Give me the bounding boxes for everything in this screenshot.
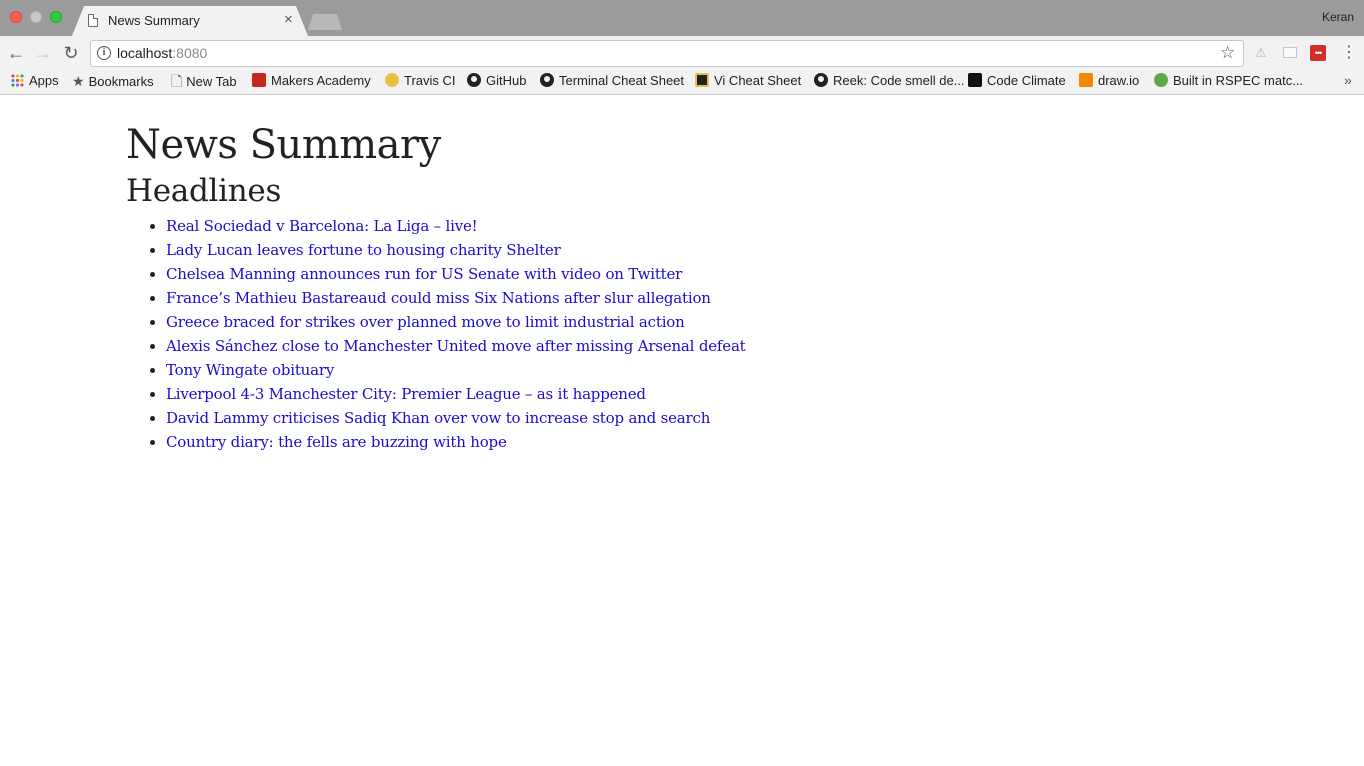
page-icon <box>88 14 98 27</box>
bookmark-label: Bookmarks <box>88 74 154 89</box>
browser-menu-icon[interactable]: ⋮ <box>1341 43 1357 63</box>
bookmark-label: Vi Cheat Sheet <box>714 73 802 88</box>
makers-academy-icon <box>252 73 266 87</box>
window-close-button[interactable] <box>10 11 22 23</box>
headline-link[interactable]: Liverpool 4-3 Manchester City: Premier L… <box>166 385 646 403</box>
bookmark-label: New Tab <box>186 74 237 89</box>
window-minimize-button[interactable] <box>30 11 42 23</box>
bookmark-label: Apps <box>29 73 59 88</box>
page-title: News Summary <box>126 122 441 168</box>
profile-name[interactable]: Keran <box>1322 10 1354 24</box>
vi-icon <box>695 73 709 87</box>
address-bar[interactable] <box>90 40 1244 67</box>
list-item: Chelsea Manning announces run for US Sen… <box>166 262 746 286</box>
headline-link[interactable]: Chelsea Manning announces run for US Sen… <box>166 265 682 283</box>
list-item: Country diary: the fells are buzzing wit… <box>166 430 746 454</box>
reload-icon[interactable]: ↻ <box>61 43 81 63</box>
list-item: Greece braced for strikes over planned m… <box>166 310 746 334</box>
headline-list: Real Sociedad v Barcelona: La Liga – liv… <box>126 214 746 454</box>
bookmark-label: draw.io <box>1098 73 1140 88</box>
bookmark-bookmarks[interactable]: ★ Bookmarks <box>72 73 154 90</box>
bookmark-star-icon[interactable]: ☆ <box>1220 43 1235 63</box>
github-icon <box>814 73 828 87</box>
back-arrow-icon[interactable]: ← <box>6 43 26 63</box>
bookmark-travis-ci[interactable]: Travis CI <box>385 73 456 89</box>
list-item: Liverpool 4-3 Manchester City: Premier L… <box>166 382 746 406</box>
url-text[interactable]: localhost:8080 <box>117 45 207 61</box>
headline-link[interactable]: Real Sociedad v Barcelona: La Liga – liv… <box>166 217 478 235</box>
lastpass-icon[interactable]: ••• <box>1310 45 1326 61</box>
headline-link[interactable]: France’s Mathieu Bastareaud could miss S… <box>166 289 711 307</box>
bookmark-label: GitHub <box>486 73 527 88</box>
list-item: Tony Wingate obituary <box>166 358 746 382</box>
url-port: :8080 <box>172 45 208 61</box>
github-icon <box>540 73 554 87</box>
star-icon: ★ <box>72 73 85 89</box>
bookmark-makers-academy[interactable]: Makers Academy <box>252 73 371 89</box>
list-item: Real Sociedad v Barcelona: La Liga – liv… <box>166 214 746 238</box>
bookmark-label: Terminal Cheat Sheet <box>559 73 685 88</box>
bookmark-reek[interactable]: Reek: Code smell de... <box>814 73 965 89</box>
list-item: France’s Mathieu Bastareaud could miss S… <box>166 286 746 310</box>
travis-ci-icon <box>385 73 399 87</box>
list-item: David Lammy criticises Sadiq Khan over v… <box>166 406 746 430</box>
extension-icon[interactable]: ⚠ <box>1255 45 1267 61</box>
tab-close-icon[interactable]: × <box>284 11 293 29</box>
bookmark-vi-cheat-sheet[interactable]: Vi Cheat Sheet <box>695 73 801 89</box>
bookmark-github[interactable]: GitHub <box>467 73 526 89</box>
headline-link[interactable]: Tony Wingate obituary <box>166 361 334 379</box>
tab-title: News Summary <box>108 13 200 28</box>
bookmark-built-in-rspec[interactable]: Built in RSPEC matc... <box>1154 73 1303 89</box>
bookmark-label: Travis CI <box>404 73 456 88</box>
new-tab-button[interactable] <box>308 14 342 30</box>
list-item: Alexis Sánchez close to Manchester Unite… <box>166 334 746 358</box>
url-host: localhost <box>117 45 173 61</box>
extension-window-icon[interactable] <box>1283 47 1297 58</box>
bookmark-terminal-cheat-sheet[interactable]: Terminal Cheat Sheet <box>540 73 684 89</box>
headline-link[interactable]: David Lammy criticises Sadiq Khan over v… <box>166 409 710 427</box>
list-item: Lady Lucan leaves fortune to housing cha… <box>166 238 746 262</box>
page-icon: 🗋 <box>171 73 183 89</box>
bookmark-code-climate[interactable]: Code Climate <box>968 73 1066 89</box>
bookmark-label: Code Climate <box>987 73 1066 88</box>
drawio-icon <box>1079 73 1093 87</box>
headline-link[interactable]: Lady Lucan leaves fortune to housing cha… <box>166 241 561 259</box>
bookmarks-overflow-icon[interactable]: » <box>1344 72 1352 88</box>
code-climate-icon <box>968 73 982 87</box>
forward-arrow-icon[interactable]: → <box>33 43 53 63</box>
headline-link[interactable]: Country diary: the fells are buzzing wit… <box>166 433 507 451</box>
bookmark-drawio[interactable]: draw.io <box>1079 73 1139 89</box>
rspec-icon <box>1154 73 1168 87</box>
page-content: News Summary Headlines Real Sociedad v B… <box>126 118 746 454</box>
site-info-icon[interactable]: i <box>97 46 111 60</box>
bookmark-label: Reek: Code smell de... <box>833 73 965 88</box>
bookmark-apps[interactable]: Apps <box>11 73 59 89</box>
window-maximize-button[interactable] <box>50 11 62 23</box>
headline-link[interactable]: Alexis Sánchez close to Manchester Unite… <box>166 337 746 355</box>
bookmark-label: Built in RSPEC matc... <box>1173 73 1304 88</box>
headline-link[interactable]: Greece braced for strikes over planned m… <box>166 313 685 331</box>
headlines-heading: Headlines <box>126 173 282 209</box>
bookmark-new-tab[interactable]: 🗋 New Tab <box>171 73 237 90</box>
bookmark-label: Makers Academy <box>271 73 371 88</box>
apps-grid-icon <box>11 74 24 87</box>
github-icon <box>467 73 481 87</box>
